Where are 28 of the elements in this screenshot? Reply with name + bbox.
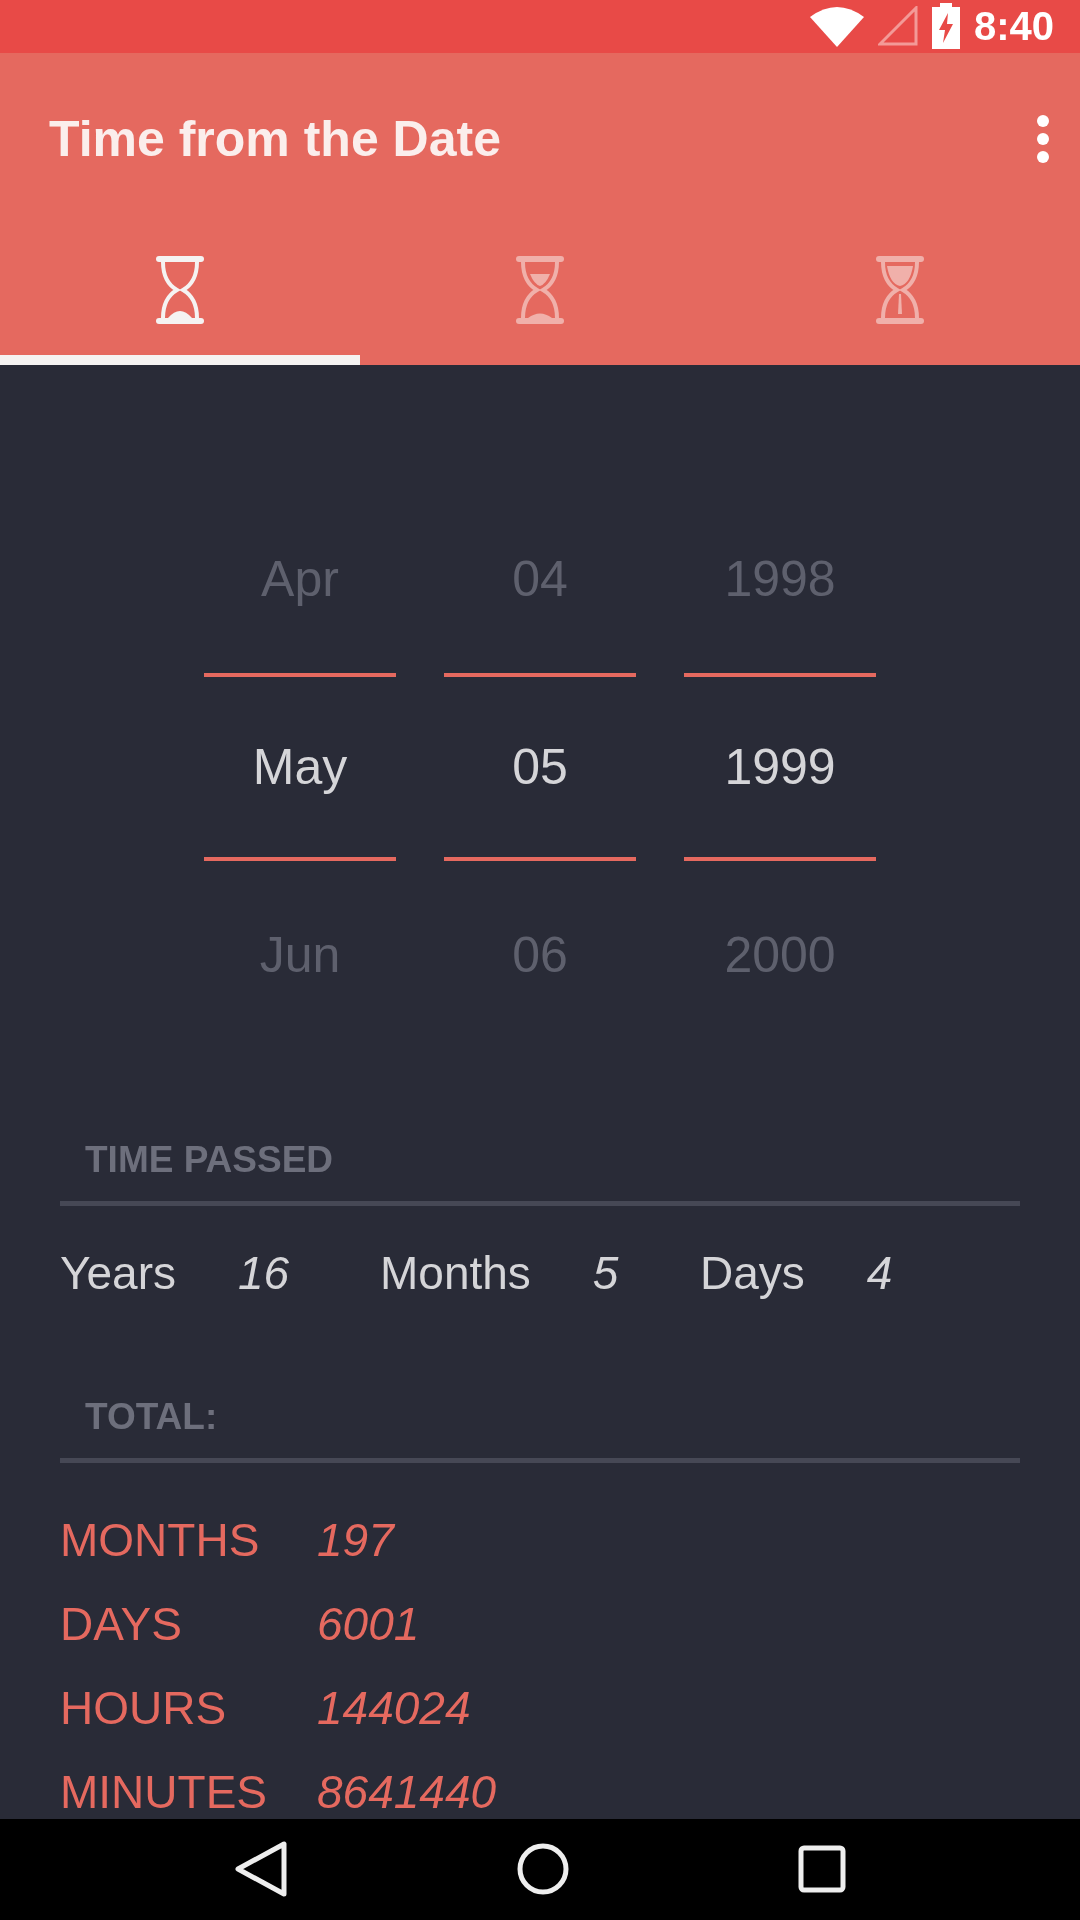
total-value: 197 [317, 1512, 394, 1567]
home-icon[interactable] [516, 1842, 570, 1897]
signal-icon [877, 6, 918, 47]
total-value: 144024 [317, 1680, 471, 1735]
total-label: MONTHS [60, 1512, 261, 1567]
battery-charging-icon [931, 3, 960, 50]
total-value: 8641440 [317, 1764, 497, 1819]
picker-item[interactable]: 05 [444, 672, 636, 861]
period-label: Months [380, 1245, 531, 1301]
period-label: Years [60, 1245, 176, 1301]
wifi-icon [809, 5, 864, 48]
app-title: Time from the Date [49, 109, 501, 168]
total-value: 6001 [317, 1596, 420, 1651]
section-heading: TIME PASSED [60, 1138, 1020, 1206]
period-value: 16 [237, 1245, 290, 1301]
section-heading: TOTAL: [60, 1395, 1020, 1463]
total-label: MINUTES [60, 1764, 268, 1819]
clock: 8:40 [973, 3, 1054, 49]
total-label: HOURS [60, 1680, 228, 1735]
period-label: Days [700, 1245, 805, 1301]
period-value: 4 [866, 1245, 893, 1301]
back-icon[interactable] [234, 1840, 288, 1899]
picker-item[interactable]: 1999 [684, 672, 876, 861]
total-label: DAYS [60, 1596, 183, 1651]
period-value: 5 [592, 1245, 619, 1301]
picker-item[interactable]: May [204, 672, 396, 861]
more-options-icon[interactable] [1036, 113, 1050, 164]
recents-icon[interactable] [798, 1845, 846, 1894]
